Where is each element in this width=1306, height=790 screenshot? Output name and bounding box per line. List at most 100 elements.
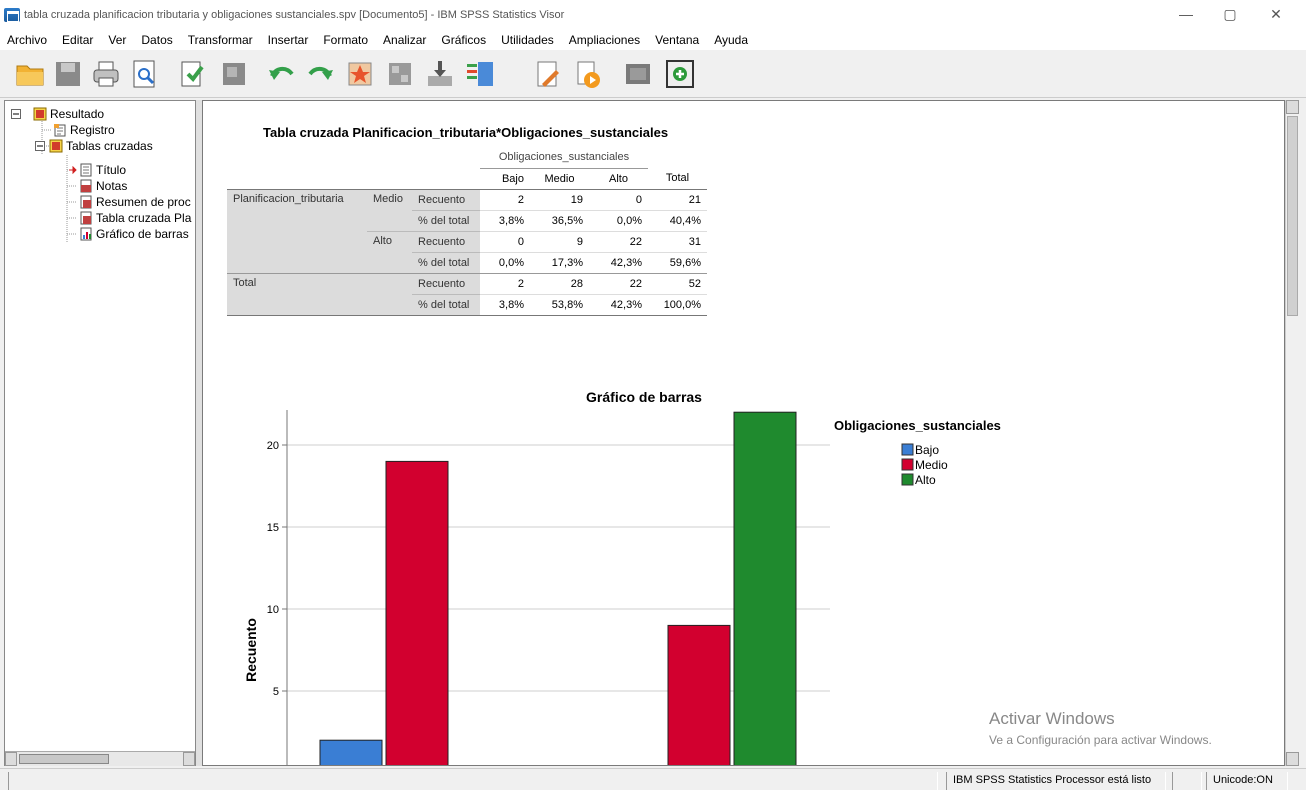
table-cell: 0 xyxy=(480,230,530,252)
scroll-down-arrow[interactable] xyxy=(1286,752,1299,766)
col-header: Bajo xyxy=(501,172,524,185)
content-vertical-scrollbar[interactable] xyxy=(1285,100,1299,766)
row-total-label: Total xyxy=(227,272,413,315)
chart-icon xyxy=(80,227,92,241)
outline-item-label: Registro xyxy=(70,123,115,137)
outline-item-notas[interactable]: Notas xyxy=(79,178,127,194)
col-group-header: Obligaciones_sustanciales xyxy=(480,147,648,169)
menu-ampliaciones[interactable]: Ampliaciones xyxy=(562,33,648,47)
watermark-line1: Activar Windows xyxy=(989,709,1115,728)
y-tick-label: 5 xyxy=(273,686,279,698)
menu-archivo[interactable]: Archivo xyxy=(0,33,55,47)
redo-icon[interactable] xyxy=(304,58,336,90)
add-icon[interactable] xyxy=(664,58,696,90)
table-cell: 0,0% xyxy=(589,209,648,231)
status-unicode: Unicode:ON xyxy=(1206,772,1288,790)
table-cell: 3,8% xyxy=(480,209,530,231)
menu-analizar[interactable]: Analizar xyxy=(376,33,434,47)
collapse-toggle-icon[interactable] xyxy=(11,109,21,119)
outline-item-tablas-cruzadas[interactable]: Tablas cruzadas xyxy=(35,138,153,154)
outline-horizontal-scrollbar[interactable] xyxy=(5,751,195,766)
col-header: Alto xyxy=(609,172,628,185)
table-cell: 59,6% xyxy=(648,251,707,273)
recall-dialog-icon[interactable] xyxy=(218,58,250,90)
run-icon[interactable] xyxy=(572,58,604,90)
spss-app-icon xyxy=(4,8,20,22)
maximize-button[interactable]: ▢ xyxy=(1210,6,1250,23)
outline-item-registro[interactable]: Registro xyxy=(53,122,115,138)
close-button[interactable]: ✕ xyxy=(1256,6,1296,23)
collapse-toggle-icon[interactable] xyxy=(35,141,45,151)
crosstab-table[interactable]: Obligaciones_sustanciales Bajo Medio Alt… xyxy=(227,147,707,316)
goto-variable-icon[interactable] xyxy=(384,58,416,90)
selection-arrow-icon xyxy=(69,166,77,174)
menu-utilidades[interactable]: Utilidades xyxy=(494,33,562,47)
outline-item-resumen[interactable]: Resumen de proc xyxy=(79,194,191,210)
menu-ver[interactable]: Ver xyxy=(101,33,134,47)
insert-cases-icon[interactable] xyxy=(424,58,456,90)
outline-item-label: Resumen de proc xyxy=(96,195,191,209)
table-cell: 100,0% xyxy=(648,293,707,315)
outline-item-label: Resultado xyxy=(50,107,105,121)
menu-editar[interactable]: Editar xyxy=(55,33,101,47)
menu-datos[interactable]: Datos xyxy=(134,33,180,47)
windows-activation-watermark: Activar Windows Ve a Configuración para … xyxy=(989,709,1212,747)
table-cell: 36,5% xyxy=(530,209,589,231)
chart-bars xyxy=(319,411,797,765)
table-cell: 9 xyxy=(530,230,589,252)
outline-item-titulo[interactable]: Título xyxy=(69,162,126,178)
outline-item-grafico[interactable]: Gráfico de barras xyxy=(79,226,189,242)
table-cell: 2 xyxy=(480,272,530,294)
designate-window-icon[interactable] xyxy=(532,58,564,90)
scroll-left-arrow[interactable] xyxy=(5,752,17,766)
open-icon[interactable] xyxy=(14,58,46,90)
row-cat-label: Medio xyxy=(367,189,413,231)
table-cell: 19 xyxy=(570,193,583,206)
content-pane[interactable]: Tabla cruzada Planificacion_tributaria*O… xyxy=(202,100,1285,766)
window-title: tabla cruzada planificacion tributaria y… xyxy=(24,9,565,21)
show-all-icon[interactable] xyxy=(622,58,654,90)
bar-medio-medio xyxy=(385,460,449,765)
menu-transformar[interactable]: Transformar xyxy=(181,33,261,47)
print-icon[interactable] xyxy=(90,58,122,90)
variables-icon[interactable] xyxy=(464,58,496,90)
y-tick-label: 20 xyxy=(267,440,279,452)
menu-formato[interactable]: Formato xyxy=(316,33,376,47)
scroll-right-arrow[interactable] xyxy=(183,752,195,766)
menu-ventana[interactable]: Ventana xyxy=(648,33,707,47)
save-icon[interactable] xyxy=(52,58,84,90)
outline-item-tabla-cruzada[interactable]: Tabla cruzada Pla xyxy=(79,210,191,226)
status-empty xyxy=(8,772,938,790)
chart-legend: BajoMedioAlto xyxy=(901,443,948,487)
table-cell: 17,3% xyxy=(530,251,589,273)
table-corner xyxy=(227,147,480,168)
table-cell: 22 xyxy=(589,230,648,252)
outline-pane[interactable]: Resultado Registro Tablas cruzadas Títul… xyxy=(4,100,196,766)
table-cell: 22 xyxy=(589,272,648,294)
table-cell: 31 xyxy=(648,230,707,252)
print-preview-icon[interactable] xyxy=(128,58,160,90)
scroll-thumb[interactable] xyxy=(19,754,109,764)
outline-item-label: Título xyxy=(96,163,127,177)
legend-title: Obligaciones_sustanciales xyxy=(834,418,1001,433)
goto-case-icon[interactable] xyxy=(344,58,376,90)
legend-swatch xyxy=(901,458,914,471)
table-icon xyxy=(80,211,92,225)
table-cell: 3,8% xyxy=(480,293,530,315)
scroll-thumb[interactable] xyxy=(1287,116,1298,316)
watermark-line2: Ve a Configuración para activar Windows. xyxy=(989,733,1212,747)
undo-icon[interactable] xyxy=(266,58,298,90)
title-icon xyxy=(80,163,92,177)
scroll-up-arrow[interactable] xyxy=(1286,100,1299,114)
minimize-button[interactable]: — xyxy=(1166,6,1206,22)
output-icon xyxy=(33,107,47,121)
table-cell: 53,8% xyxy=(530,293,589,315)
table-cell: 0,0% xyxy=(480,251,530,273)
window-titlebar: tabla cruzada planificacion tributaria y… xyxy=(0,0,1306,30)
menu-graficos[interactable]: Gráficos xyxy=(434,33,494,47)
export-icon[interactable] xyxy=(176,58,208,90)
outline-root[interactable]: Resultado xyxy=(11,106,104,122)
log-icon xyxy=(54,124,66,137)
menu-ayuda[interactable]: Ayuda xyxy=(707,33,756,47)
menu-insertar[interactable]: Insertar xyxy=(261,33,317,47)
